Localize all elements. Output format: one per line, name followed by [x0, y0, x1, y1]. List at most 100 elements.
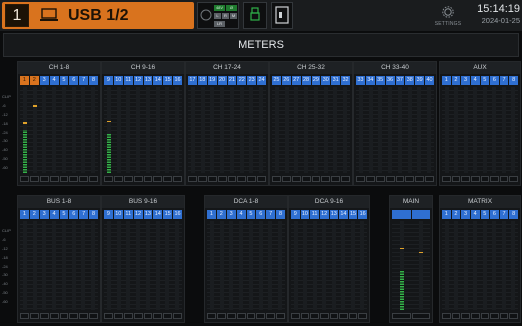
channel-chip[interactable]: 2 [216, 210, 226, 219]
channel-chip[interactable]: 14 [153, 210, 163, 219]
channel-chip[interactable]: 10 [113, 210, 123, 219]
channel-select-square[interactable] [442, 176, 451, 182]
channel-select-square[interactable] [173, 176, 182, 182]
channel-select-square[interactable] [188, 176, 197, 182]
channel-chip[interactable]: 30 [321, 76, 331, 85]
channel-select-square[interactable] [451, 313, 461, 319]
channel-select-square[interactable] [113, 176, 123, 182]
channel-select-square[interactable] [69, 176, 79, 182]
channel-chip[interactable]: 1 [20, 210, 29, 219]
channel-chip[interactable]: 13 [329, 210, 339, 219]
channel-chip[interactable]: 2 [29, 210, 39, 219]
channel-select-square[interactable] [509, 313, 518, 319]
channel-select-square[interactable] [499, 176, 509, 182]
channel-select-square[interactable] [133, 176, 143, 182]
channel-chip[interactable]: 20 [217, 76, 227, 85]
channel-chip[interactable]: 35 [375, 76, 385, 85]
channel-chip[interactable]: 10 [113, 76, 123, 85]
channel-chip[interactable]: 24 [257, 76, 266, 85]
channel-chip[interactable]: 6 [490, 76, 499, 85]
channel-chip[interactable]: 31 [331, 76, 341, 85]
channel-chip[interactable]: 5 [480, 76, 490, 85]
channel-select-square[interactable] [300, 313, 310, 319]
meter-panel-aux[interactable]: AUX 1 2 3 4 5 6 7 8 [439, 61, 521, 186]
channel-select-square[interactable] [143, 176, 153, 182]
channel-chip[interactable]: 18 [197, 76, 207, 85]
meter-panel-ch-25-32[interactable]: CH 25-32 25 26 27 28 29 30 31 32 [269, 61, 353, 186]
channel-select-square[interactable] [59, 313, 69, 319]
channel-select-square[interactable] [470, 176, 480, 182]
channel-chip[interactable]: 6 [490, 210, 499, 219]
channel-chip[interactable]: 32 [341, 76, 350, 85]
meter-panel-dca-1-8[interactable]: DCA 1-8 1 2 3 4 5 6 7 8 [204, 195, 288, 323]
channel-chip[interactable]: 16 [173, 76, 182, 85]
channel-chip[interactable]: 25 [272, 76, 281, 85]
channel-chip[interactable]: 8 [89, 76, 98, 85]
channel-chip[interactable]: 12 [133, 210, 143, 219]
channel-select-square[interactable] [339, 313, 348, 319]
channel-chip[interactable]: 3 [461, 210, 470, 219]
channel-select-square[interactable] [89, 313, 98, 319]
channel-select-square[interactable] [153, 313, 163, 319]
channel-select-square[interactable] [143, 313, 153, 319]
meter-panel-main[interactable]: MAIN [389, 195, 433, 323]
channel-select-square[interactable] [236, 313, 246, 319]
channel-select-square[interactable] [480, 176, 490, 182]
mute-status-box[interactable] [243, 2, 267, 29]
channel-select-square[interactable] [375, 176, 385, 182]
channel-chip[interactable]: 4 [49, 76, 59, 85]
channel-select-square[interactable] [247, 176, 257, 182]
channel-select-square[interactable] [425, 176, 434, 182]
channel-select-square[interactable] [392, 313, 411, 319]
channel-select-square[interactable] [246, 313, 256, 319]
channel-select-square[interactable] [207, 313, 216, 319]
channel-select-square[interactable] [133, 313, 143, 319]
channel-select-square[interactable] [329, 313, 339, 319]
channel-select-square[interactable] [237, 176, 247, 182]
channel-chip[interactable]: 4 [236, 210, 246, 219]
channel-chip[interactable]: 2 [451, 210, 461, 219]
channel-chip[interactable]: 29 [311, 76, 321, 85]
channel-chip[interactable]: 11 [123, 76, 133, 85]
channel-select-square[interactable] [321, 176, 331, 182]
channel-chip[interactable]: 11 [310, 210, 319, 219]
channel-select-square[interactable] [470, 313, 480, 319]
channel-select-square[interactable] [272, 176, 281, 182]
channel-chip[interactable]: 12 [133, 76, 143, 85]
channel-chip[interactable]: 8 [276, 210, 285, 219]
channel-select-square[interactable] [39, 313, 49, 319]
channel-chip[interactable]: 4 [49, 210, 59, 219]
channel-select-square[interactable] [113, 313, 123, 319]
channel-chip[interactable]: 14 [153, 76, 163, 85]
channel-chip[interactable]: 9 [104, 210, 113, 219]
channel-select-square[interactable] [365, 176, 375, 182]
channel-select-square[interactable] [226, 313, 236, 319]
channel-chip[interactable] [411, 210, 430, 219]
channel-chip[interactable]: 27 [291, 76, 301, 85]
channel-chip[interactable]: 2 [451, 76, 461, 85]
channel-select-button[interactable]: 1 USB 1/2 [2, 2, 194, 29]
channel-select-square[interactable] [415, 176, 425, 182]
channel-select-square[interactable] [216, 313, 226, 319]
channel-chip[interactable]: 28 [301, 76, 311, 85]
channel-chip[interactable]: 5 [59, 210, 69, 219]
channel-select-square[interactable] [29, 313, 39, 319]
channel-select-square[interactable] [59, 176, 69, 182]
channel-select-square[interactable] [451, 176, 461, 182]
channel-chip[interactable]: 3 [39, 76, 49, 85]
channel-chip[interactable]: 16 [358, 210, 367, 219]
meter-panel-ch-17-24[interactable]: CH 17-24 17 18 19 20 21 22 23 24 [185, 61, 269, 186]
channel-select-square[interactable] [104, 176, 113, 182]
channel-chip[interactable]: 1 [442, 210, 451, 219]
channel-chip[interactable]: 2 [29, 76, 39, 85]
channel-chip[interactable]: 7 [499, 76, 509, 85]
channel-select-square[interactable] [291, 313, 300, 319]
channel-select-square[interactable] [509, 176, 518, 182]
channel-chip[interactable]: 10 [300, 210, 310, 219]
channel-chip[interactable]: 8 [509, 210, 518, 219]
channel-chip[interactable]: 8 [509, 76, 518, 85]
channel-select-square[interactable] [319, 313, 329, 319]
channel-chip[interactable]: 5 [480, 210, 490, 219]
channel-select-square[interactable] [69, 313, 79, 319]
channel-select-square[interactable] [461, 176, 470, 182]
